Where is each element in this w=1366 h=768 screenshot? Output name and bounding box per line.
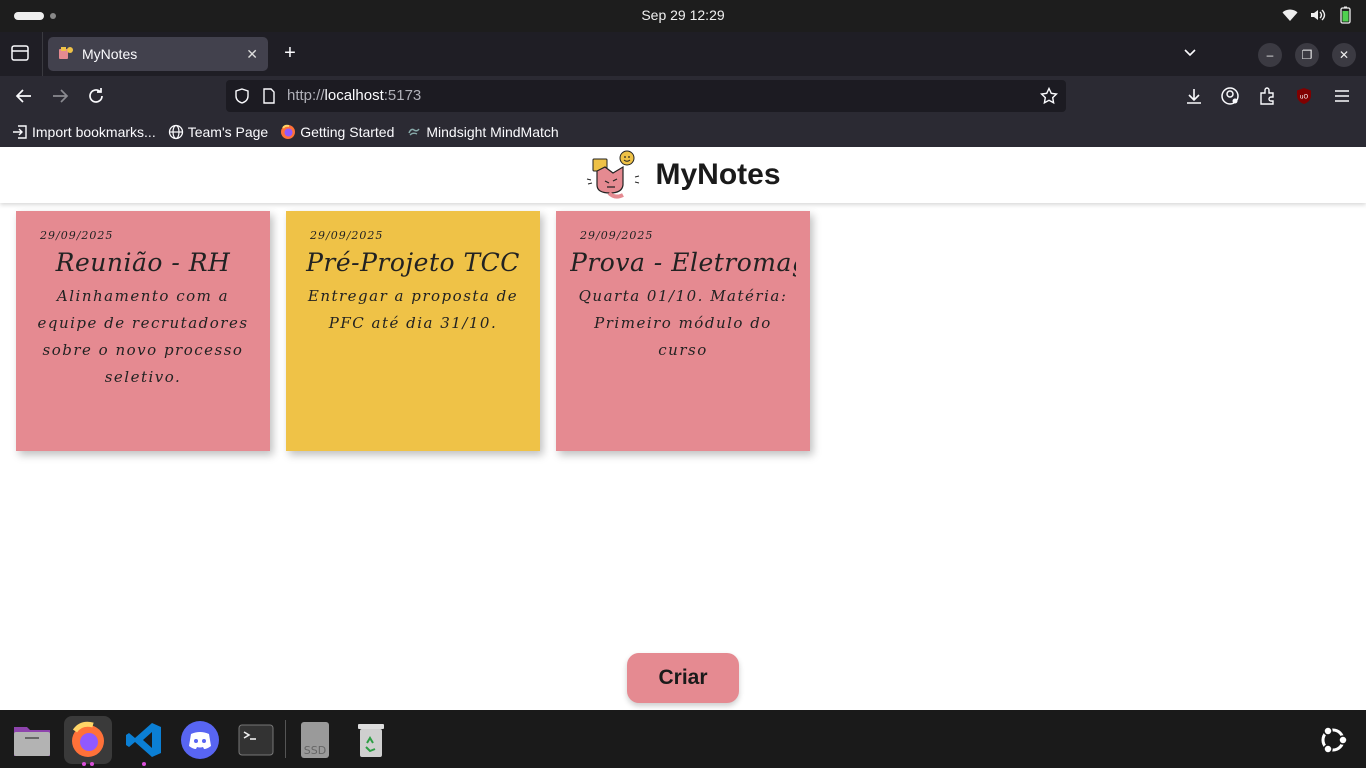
note-card[interactable]: 29/09/2025 Pré-Projeto TCC Entregar a pr… (286, 211, 540, 451)
url-text: http://localhost:5173 (287, 87, 422, 104)
chevron-down-icon (1184, 49, 1196, 57)
vscode-icon (126, 723, 161, 757)
account-icon (1221, 87, 1239, 105)
minimize-window-button[interactable]: – (1258, 43, 1282, 67)
tracking-protection-shield-icon[interactable] (234, 88, 250, 104)
system-clock[interactable]: Sep 29 12:29 (0, 7, 1366, 23)
ubuntu-dock: SSD (0, 710, 1366, 768)
tab-overview-icon (11, 45, 29, 61)
note-title: Reunião - RH (55, 248, 231, 277)
dock-firefox[interactable] (64, 716, 112, 766)
ubuntu-logo-icon (1321, 726, 1348, 754)
list-all-tabs-button[interactable] (1182, 44, 1198, 65)
tab-mynotes[interactable]: MyNotes ✕ (48, 37, 268, 71)
note-body: Quarta 01/10. Matéria: Primeiro módulo d… (578, 287, 788, 359)
new-tab-button[interactable]: + (280, 42, 300, 65)
arrow-right-icon (53, 89, 69, 103)
note-date: 29/09/2025 (580, 229, 654, 242)
bookmarks-toolbar: Import bookmarks... Team's Page Getting … (0, 116, 1366, 147)
mynotes-logo-icon (587, 150, 640, 199)
system-tray[interactable] (1282, 6, 1352, 24)
downloads-button[interactable] (1184, 86, 1204, 106)
dock-ssd-drive[interactable]: SSD (291, 716, 339, 764)
create-note-button[interactable]: Criar (627, 653, 739, 703)
tab-title: MyNotes (82, 46, 138, 62)
bookmark-label: Mindsight MindMatch (426, 123, 559, 140)
running-indicator (64, 762, 112, 766)
mynotes-favicon-icon (59, 47, 73, 59)
wifi-icon (1282, 9, 1298, 21)
browser-navigation-bar: http://localhost:5173 uO (0, 76, 1366, 116)
app-menu-button[interactable] (1332, 86, 1352, 106)
app-header: MyNotes (0, 147, 1366, 203)
ssd-drive-icon: SSD (301, 722, 329, 758)
note-card[interactable]: 29/09/2025 Reunião - RH Alinhamento com … (16, 211, 270, 451)
bookmark-star-icon[interactable] (1040, 87, 1058, 105)
puzzle-icon (1260, 87, 1274, 105)
back-button[interactable] (14, 86, 34, 106)
system-top-bar: Sep 29 12:29 (0, 0, 1366, 32)
note-card[interactable]: 29/09/2025 Prova - Eletromag Quarta 01/1… (556, 211, 810, 451)
svg-text:uO: uO (1300, 94, 1309, 101)
files-icon (14, 727, 50, 756)
tab-close-icon[interactable]: ✕ (246, 46, 258, 63)
arrow-left-icon (15, 89, 31, 103)
volume-icon (1311, 9, 1326, 21)
extensions-button[interactable] (1257, 86, 1277, 106)
battery-icon (1340, 6, 1351, 24)
bookmark-teams-page[interactable]: Team's Page (168, 123, 269, 140)
forward-button[interactable] (50, 86, 70, 106)
discord-icon (181, 721, 219, 759)
tab-overview-button[interactable] (10, 44, 30, 67)
firefox-icon (72, 721, 104, 757)
reload-icon (89, 88, 103, 103)
bookmark-getting-started[interactable]: Getting Started (280, 124, 394, 140)
terminal-icon (238, 724, 274, 756)
browser-tab-strip: MyNotes ✕ + – ❐ ✕ (0, 32, 1366, 76)
firefox-icon (281, 124, 296, 139)
note-title: Pré-Projeto TCC (306, 248, 520, 277)
address-bar[interactable]: http://localhost:5173 (226, 80, 1066, 112)
close-window-button[interactable]: ✕ (1332, 43, 1356, 67)
bookmark-label: Getting Started (300, 123, 395, 140)
page-info-icon[interactable] (262, 88, 276, 104)
note-date: 29/09/2025 (310, 229, 384, 242)
dock-files[interactable] (8, 716, 56, 764)
dock-separator (285, 720, 286, 758)
web-page-content: MyNotes 29/09/2025 Reunião - RH Alinhame… (0, 147, 1366, 710)
bookmark-label: Import bookmarks... (32, 123, 156, 140)
hamburger-menu-icon (1335, 90, 1349, 102)
note-title: Prova - Eletromag (570, 248, 796, 277)
ublock-icon: uO (1297, 88, 1311, 104)
account-button[interactable] (1220, 86, 1240, 106)
bookmark-mindsight-mindmatch[interactable]: Mindsight MindMatch (406, 123, 559, 140)
note-body: Entregar a proposta de PFC até dia 31/10… (307, 287, 519, 332)
globe-icon (168, 124, 183, 139)
dock-discord[interactable] (176, 716, 224, 764)
dock-terminal[interactable] (232, 716, 280, 764)
import-icon (13, 124, 27, 139)
bookmark-import[interactable]: Import bookmarks... (12, 124, 156, 140)
reload-button[interactable] (86, 86, 106, 106)
dock-vscode[interactable] (120, 716, 168, 766)
note-date: 29/09/2025 (40, 229, 114, 242)
mindsight-icon (408, 128, 420, 135)
download-icon (1187, 89, 1201, 104)
note-body: Alinhamento com a equipe de recrutadores… (37, 287, 249, 386)
ssd-label: SSD (304, 744, 326, 757)
running-indicator (120, 762, 168, 766)
trash-icon (358, 724, 384, 757)
ublock-origin-button[interactable]: uO (1294, 86, 1314, 106)
bookmark-label: Team's Page (187, 123, 269, 140)
dock-show-apps[interactable] (1309, 716, 1357, 764)
dock-trash[interactable] (347, 716, 395, 764)
restore-window-button[interactable]: ❐ (1295, 43, 1319, 67)
app-title: MyNotes (655, 158, 781, 191)
tab-separator (42, 32, 43, 76)
